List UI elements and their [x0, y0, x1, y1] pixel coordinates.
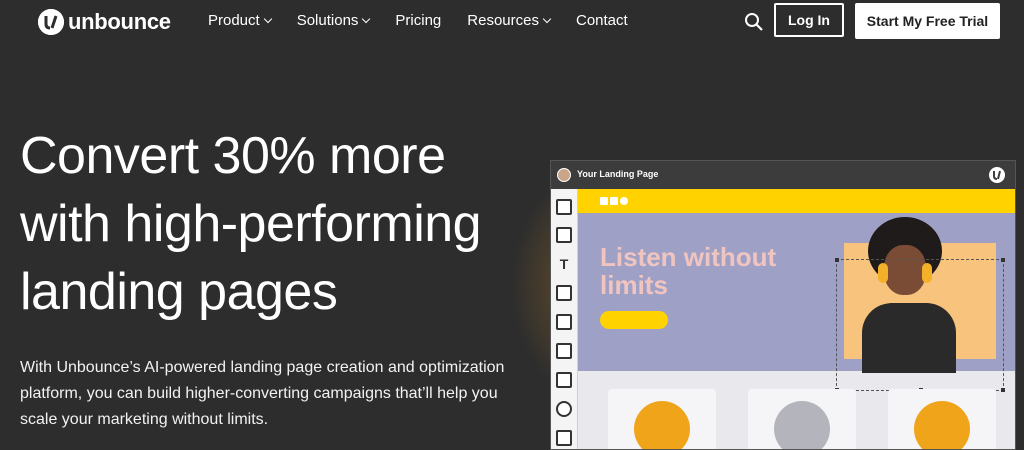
nav-item-contact[interactable]: Contact	[576, 12, 628, 29]
list-icon[interactable]	[556, 372, 572, 388]
builder-toolbar: T	[551, 189, 578, 449]
canvas-cta-button[interactable]	[600, 311, 668, 329]
mockup-titlebar: Your Landing Page	[551, 161, 1015, 189]
card	[748, 389, 856, 449]
video-icon[interactable]	[556, 401, 572, 417]
image-box-icon[interactable]	[556, 314, 572, 330]
nav-item-solutions[interactable]: Solutions	[296, 12, 371, 29]
nav-item-label: Resources	[467, 12, 539, 29]
chevron-down-icon	[542, 14, 552, 24]
nav-item-label: Product	[208, 12, 260, 29]
builder-canvas: Listen without limits	[578, 189, 1015, 449]
unbounce-logo-icon	[38, 9, 64, 35]
yellow-header-strip	[578, 189, 1015, 213]
nav-item-label: Solutions	[296, 12, 359, 29]
hero-subtext: With Unbounce’s AI-powered landing page …	[20, 359, 505, 428]
card-avatar	[634, 401, 690, 449]
chevron-down-icon	[263, 14, 272, 24]
selection-box[interactable]	[835, 258, 1005, 392]
box-icon[interactable]	[556, 227, 572, 243]
canvas-heading: Listen without limits	[600, 242, 777, 300]
image-icon[interactable]	[556, 285, 572, 301]
brand-name: unbounce	[68, 9, 171, 34]
text-icon[interactable]: T	[556, 256, 572, 272]
nav-item-product[interactable]: Product	[208, 12, 272, 29]
unbounce-logo-icon	[989, 167, 1005, 183]
search-icon[interactable]	[744, 12, 764, 32]
logo-placeholder	[600, 197, 628, 205]
nav-item-pricing[interactable]: Pricing	[395, 12, 441, 29]
avatar	[557, 168, 571, 182]
section-icon[interactable]	[556, 199, 572, 215]
code-icon[interactable]	[556, 430, 572, 446]
form-icon[interactable]	[556, 343, 572, 359]
hero-section[interactable]: Listen without limits	[578, 213, 1015, 392]
card-avatar	[914, 401, 970, 449]
mockup-title: Your Landing Page	[577, 169, 659, 179]
nav-item-label: Pricing	[395, 12, 442, 29]
card	[888, 389, 996, 449]
brand-logo[interactable]: unbounce	[38, 9, 171, 35]
main-menu: Product Solutions Pricing Resources Cont…	[208, 12, 628, 29]
card-avatar	[774, 401, 830, 449]
builder-mockup: Your Landing Page T Listen without limit…	[550, 160, 1016, 450]
login-button[interactable]: Log In	[774, 3, 844, 37]
top-nav: unbounce Product Solutions Pricing Resou…	[0, 0, 1024, 44]
nav-item-label: Contact	[575, 12, 628, 29]
start-free-trial-button[interactable]: Start My Free Trial	[855, 3, 1000, 39]
card	[608, 389, 716, 449]
hero-headline: Convert 30% more with high-performing la…	[20, 127, 482, 321]
nav-item-resources[interactable]: Resources	[467, 12, 552, 29]
chevron-down-icon	[362, 14, 371, 24]
